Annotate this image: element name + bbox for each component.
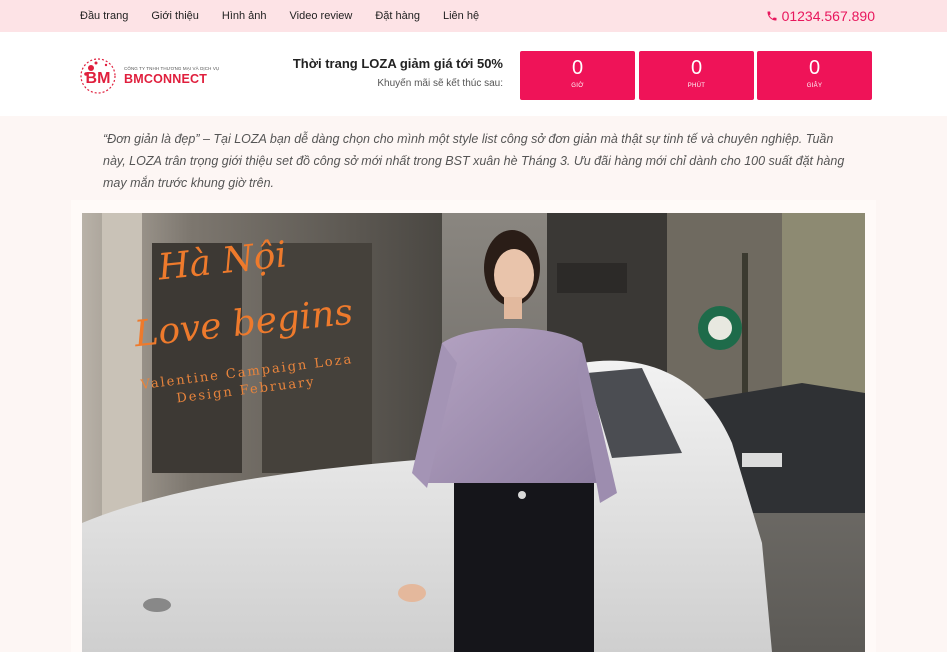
hero-banner: Hà Nội Love begins Valentine Campaign Lo… xyxy=(82,213,865,652)
promo-block: Thời trang LOZA giảm giá tới 50% Khuyến … xyxy=(293,56,503,89)
countdown-hours-label: GIỜ xyxy=(571,83,584,89)
main-nav: Đầu trang Giới thiệu Hình ảnh Video revi… xyxy=(80,0,502,32)
nav-item-video-review[interactable]: Video review xyxy=(290,10,353,22)
countdown-seconds: 0 GIÂY xyxy=(757,51,872,100)
countdown-seconds-label: GIÂY xyxy=(806,83,823,89)
logo-mark-icon: BM xyxy=(80,58,116,94)
countdown-minutes: 0 PHÚT xyxy=(639,51,754,100)
countdown-minutes-label: PHÚT xyxy=(687,83,706,89)
bmconnect-logo[interactable]: BM CÔNG TY TNHH THƯƠNG MẠI VÀ DỊCH VỤ BM… xyxy=(76,50,236,98)
promo-subtitle: Khuyến mãi sẽ kết thúc sau: xyxy=(377,78,503,89)
nav-item-contact[interactable]: Liên hệ xyxy=(443,10,479,22)
nav-item-home[interactable]: Đầu trang xyxy=(80,10,128,22)
top-navigation-bar: Đầu trang Giới thiệu Hình ảnh Video revi… xyxy=(0,0,947,32)
nav-item-about[interactable]: Giới thiệu xyxy=(151,10,199,22)
promo-title: Thời trang LOZA giảm giá tới 50% xyxy=(292,56,503,71)
countdown-hours: 0 GIỜ xyxy=(520,51,635,100)
countdown-minutes-value: 0 xyxy=(690,57,703,79)
site-header: BM CÔNG TY TNHH THƯƠNG MẠI VÀ DỊCH VỤ BM… xyxy=(0,32,947,116)
intro-text: “Đơn giản là đẹp” – Tại LOZA bạn dễ dàng… xyxy=(103,132,845,190)
nav-item-images[interactable]: Hình ảnh xyxy=(222,10,267,22)
countdown-hours-value: 0 xyxy=(571,57,584,79)
logo-brand-name: BMCONNECT xyxy=(124,72,208,86)
nav-item-order[interactable]: Đặt hàng xyxy=(375,10,420,22)
phone-number: 01234.567.890 xyxy=(781,8,875,24)
countdown-seconds-value: 0 xyxy=(808,57,821,79)
logo-mark-text: BM xyxy=(86,70,111,87)
phone-icon xyxy=(767,11,777,21)
phone-link[interactable]: 01234.567.890 xyxy=(766,0,875,32)
logo-company-type: CÔNG TY TNHH THƯƠNG MẠI VÀ DỊCH VỤ xyxy=(124,66,220,71)
